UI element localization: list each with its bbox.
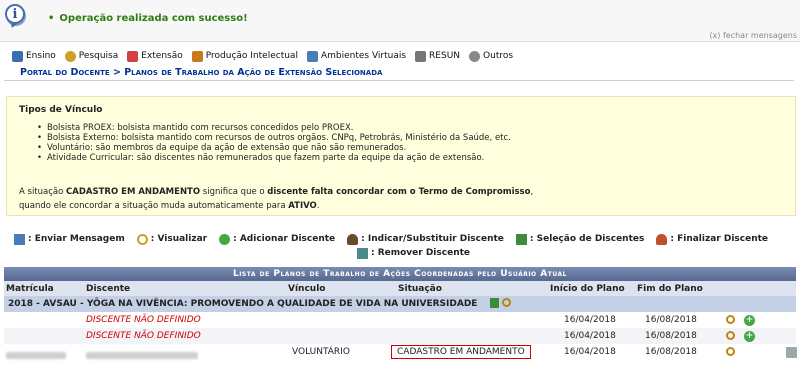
group-title: 2018 - AVSAU - YÔGA NA VIVÊNCIA: PROMOVE… [8, 299, 478, 309]
table-row: DISCENTE NÃO DEFINIDO 16/04/2018 16/08/2… [4, 312, 796, 328]
magnifier-icon [64, 50, 76, 62]
main-menu: Ensino Pesquisa Extensão Produção Intele… [12, 49, 513, 63]
magnifier-icon[interactable] [726, 331, 735, 340]
info-title: Tipos de Vínculo [19, 105, 103, 115]
menu-item-resun[interactable]: RESUN [415, 49, 460, 63]
inicio-cell: 16/04/2018 [564, 347, 616, 357]
inicio-cell: 16/04/2018 [564, 331, 616, 341]
legend-adicionar-discente: : Adicionar Discente [219, 233, 335, 245]
user-swap-icon [347, 233, 359, 245]
message-bar: i • Operação realizada com sucesso! (x) f… [0, 0, 800, 42]
magnifier-icon[interactable] [726, 347, 735, 356]
magnifier-icon [136, 233, 148, 245]
trash-icon[interactable] [786, 347, 797, 358]
situacao-cell: CADASTRO EM ANDAMENTO [391, 345, 531, 359]
planos-table: Lista de Planos de Trabalho de Ações Coo… [4, 267, 797, 360]
trash-icon [356, 247, 368, 259]
menu-item-outros[interactable]: Outros [469, 49, 513, 63]
list-item: Voluntário: são membros da equipe da açã… [37, 143, 783, 153]
bullet-icon: • [48, 13, 55, 24]
book-icon [191, 50, 203, 62]
header-inicio: Início do Plano [550, 284, 625, 294]
situacao-note: A situação CADASTRO EM ANDAMENTO signifi… [19, 187, 534, 211]
legend-selecao-discentes: : Seleção de Discentes [515, 233, 644, 245]
legend-remover-discente: : Remover Discente [356, 247, 470, 259]
group-row: 2018 - AVSAU - YÔGA NA VIVÊNCIA: PROMOVE… [4, 296, 796, 312]
list-item: Bolsista Externo: bolsista mantido com r… [37, 133, 783, 143]
list-item: Atividade Curricular: são discentes não … [37, 153, 783, 163]
menu-item-ambientes[interactable]: Ambientes Virtuais [306, 49, 406, 63]
fim-cell: 16/08/2018 [645, 347, 697, 357]
success-text: Operação realizada com sucesso! [59, 13, 248, 24]
inicio-cell: 16/04/2018 [564, 315, 616, 325]
menu-item-ensino[interactable]: Ensino [12, 49, 56, 63]
heart-hands-icon [127, 50, 139, 62]
breadcrumb: Portal do Docente > Planos de Trabalho d… [4, 65, 794, 81]
handshake-icon [415, 50, 427, 62]
add-icon[interactable]: + [744, 315, 755, 326]
menu-item-pesquisa[interactable]: Pesquisa [64, 49, 118, 63]
vinculo-cell: VOLUNTÁRIO [292, 347, 350, 357]
menu-item-producao[interactable]: Produção Intelectual [191, 49, 298, 63]
table-row: DISCENTE NÃO DEFINIDO 16/04/2018 16/08/2… [4, 328, 796, 344]
magnifier-icon[interactable] [502, 298, 511, 307]
table-caption: Lista de Planos de Trabalho de Ações Coo… [4, 267, 796, 281]
legend-finalizar-discente: : Finalizar Discente [656, 233, 768, 245]
table-header: Matrícula Discente Vínculo Situação Iníc… [4, 281, 796, 296]
header-situacao: Situação [398, 284, 442, 294]
info-box: Tipos de Vínculo Bolsista PROEX: bolsist… [6, 96, 796, 216]
vinculo-list: Bolsista PROEX: bolsista mantido com rec… [37, 123, 783, 163]
info-icon: i [5, 4, 25, 24]
table-row: VOLUNTÁRIO CADASTRO EM ANDAMENTO 16/04/2… [4, 344, 797, 360]
legend-visualizar: : Visualizar [136, 233, 207, 245]
gear-icon [469, 50, 481, 62]
add-icon[interactable]: + [744, 331, 755, 342]
header-matricula: Matrícula [6, 284, 54, 294]
legend-enviar-mensagem: : Enviar Mensagem [14, 233, 125, 245]
header-discente: Discente [86, 284, 131, 294]
list-item: Bolsista PROEX: bolsista mantido com rec… [37, 123, 783, 133]
fim-cell: 16/08/2018 [645, 315, 697, 325]
close-messages-link[interactable]: (x) fechar mensagens [709, 31, 797, 40]
header-fim: Fim do Plano [637, 284, 703, 294]
header-vinculo: Vínculo [288, 284, 326, 294]
send-message-icon [14, 233, 25, 245]
success-message: • Operação realizada com sucesso! [48, 13, 248, 24]
user-finish-icon [656, 233, 668, 245]
magnifier-icon[interactable] [726, 315, 735, 324]
network-icon [306, 50, 318, 62]
list-icon[interactable] [490, 298, 499, 308]
menu-item-extensao[interactable]: Extensão [127, 49, 183, 63]
legend-indicar-substituir: : Indicar/Substituir Discente [347, 233, 504, 245]
list-icon [515, 233, 527, 245]
discente-cell: DISCENTE NÃO DEFINIDO [86, 315, 201, 325]
action-legend: : Enviar Mensagem : Visualizar : Adicion… [14, 232, 798, 260]
books-icon [12, 50, 23, 62]
add-icon [219, 233, 231, 245]
discente-cell: DISCENTE NÃO DEFINIDO [86, 331, 201, 341]
fim-cell: 16/08/2018 [645, 331, 697, 341]
